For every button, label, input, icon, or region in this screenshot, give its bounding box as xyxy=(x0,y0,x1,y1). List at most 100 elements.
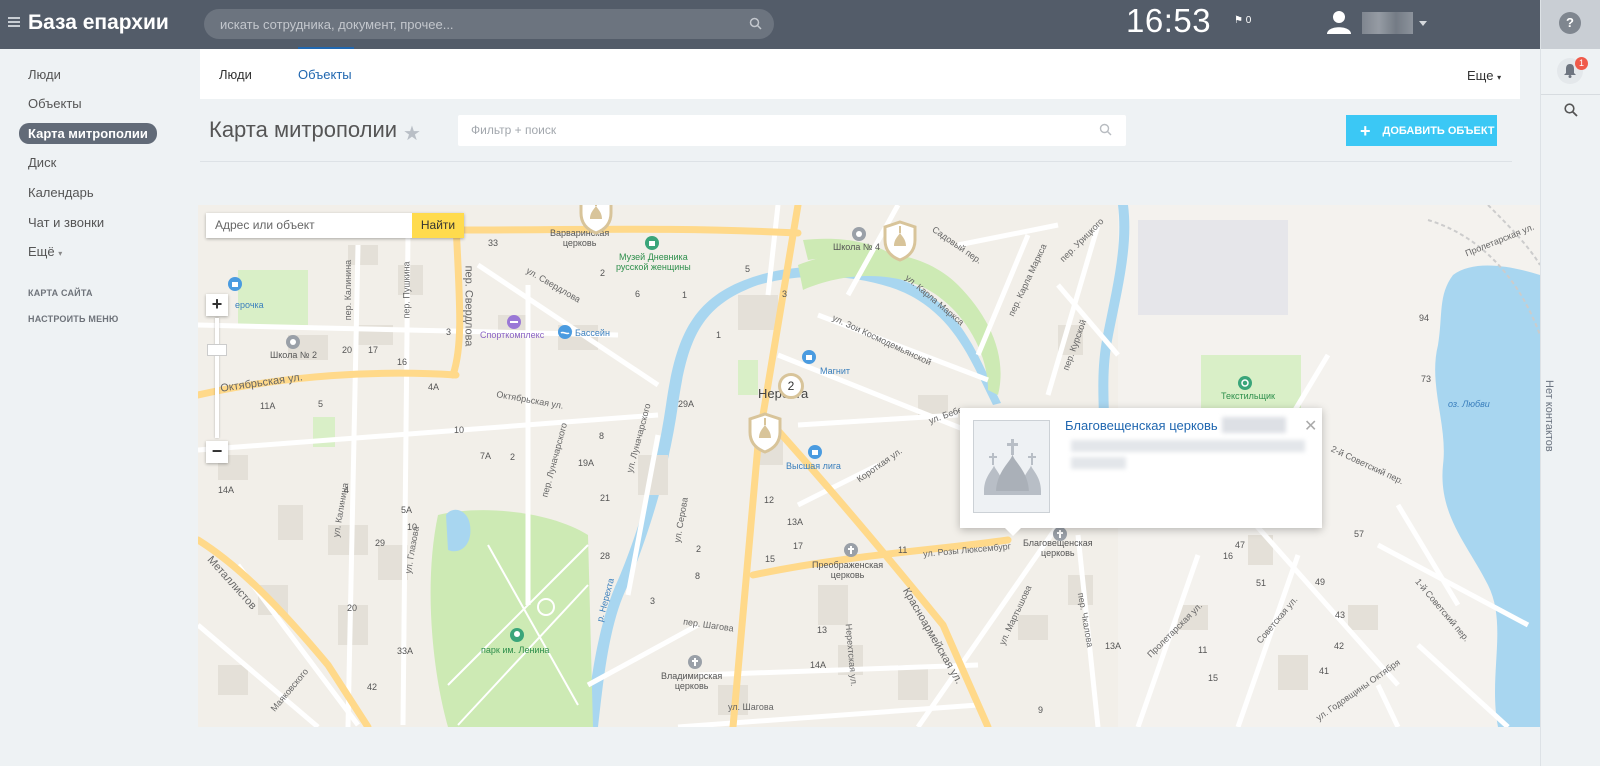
house-number: 10 xyxy=(407,522,418,532)
popup-tip xyxy=(1003,526,1023,536)
active-tab-underline xyxy=(298,47,354,49)
house-number: 17 xyxy=(368,345,379,355)
church-icon xyxy=(844,543,858,557)
add-object-button[interactable]: + ДОБАВИТЬ ОБЪЕКТ xyxy=(1346,115,1497,146)
shop-icon xyxy=(228,277,242,291)
cluster-marker[interactable]: 2 xyxy=(778,373,804,399)
zoom-out-button[interactable]: − xyxy=(206,441,228,463)
configure-menu-link[interactable]: НАСТРОИТЬ МЕНЮ xyxy=(28,314,118,324)
search-icon xyxy=(749,17,762,30)
search-icon[interactable] xyxy=(1564,103,1578,117)
map-label-vladimirskaya: Владимирская церковь xyxy=(661,671,723,691)
map-label-tekstilshchik: Текстильщик xyxy=(1221,391,1275,401)
user-avatar-icon[interactable] xyxy=(1326,9,1352,35)
map-label-lake: оз. Любви xyxy=(1448,399,1490,409)
zoom-slider[interactable] xyxy=(215,318,219,438)
sidebar-item-chat[interactable]: Чат и звонки xyxy=(28,215,104,230)
house-number: 4 xyxy=(344,485,350,495)
house-number: 8 xyxy=(599,431,605,441)
house-number: 13 xyxy=(817,625,828,635)
house-number: 16 xyxy=(1223,551,1234,561)
house-number: 15 xyxy=(1208,673,1219,683)
church-marker-icon[interactable] xyxy=(748,412,782,454)
brand-title[interactable]: База епархии xyxy=(28,11,169,35)
sidebar-item-metropolis-map[interactable]: Карта митрополии xyxy=(19,123,157,144)
sidebar-item-people[interactable]: Люди xyxy=(28,67,61,82)
house-number: 4A xyxy=(428,382,440,392)
divider xyxy=(200,161,1512,162)
global-search-input[interactable]: искать сотрудника, документ, прочее... xyxy=(204,9,774,39)
house-number: 3 xyxy=(650,596,656,606)
add-object-label: ДОБАВИТЬ ОБЪЕКТ xyxy=(1382,124,1495,137)
sidebar-item-disk[interactable]: Диск xyxy=(28,155,56,170)
tab-objects[interactable]: Объекты xyxy=(298,67,352,82)
page-title: Карта митрополии xyxy=(209,117,398,142)
more-label: Еще xyxy=(1467,68,1494,83)
house-number: 13A xyxy=(1105,641,1122,651)
sport-icon xyxy=(507,315,521,329)
sidebar-item-objects[interactable]: Объекты xyxy=(28,96,82,111)
house-number: 20 xyxy=(342,345,353,355)
find-button[interactable]: Найти xyxy=(412,213,464,238)
chevron-down-icon: ▾ xyxy=(58,249,63,258)
top-bar: База епархии искать сотрудника, документ… xyxy=(0,0,1540,49)
house-number: 41 xyxy=(1319,666,1330,676)
house-number: 14A xyxy=(810,660,827,670)
chevron-down-icon[interactable] xyxy=(1419,21,1427,26)
house-number: 94 xyxy=(1419,313,1430,323)
filter-search-input[interactable]: Фильтр + поиск xyxy=(458,115,1126,146)
house-number: 5 xyxy=(745,264,751,274)
sidebar-item-calendar[interactable]: Календарь xyxy=(28,185,94,200)
contacts-label[interactable]: Нет контактов xyxy=(1543,380,1555,452)
map-label-preobrazhenskaya: Преображенская церковь xyxy=(812,560,884,580)
house-number: 1 xyxy=(716,330,722,340)
school-icon xyxy=(286,335,300,349)
help-icon[interactable]: ? xyxy=(1559,12,1581,34)
zoom-slider-handle[interactable] xyxy=(207,344,227,356)
flag-count: 0 xyxy=(1245,15,1252,26)
house-number: 2 xyxy=(600,268,606,278)
house-number: 20 xyxy=(347,603,358,613)
house-number: 43 xyxy=(1335,610,1346,620)
menu-icon[interactable] xyxy=(8,17,20,27)
star-icon[interactable]: ★ xyxy=(403,121,421,146)
map-label-school4: Школа № 4 xyxy=(833,242,881,252)
chevron-down-icon: ▾ xyxy=(1497,73,1502,82)
map-label-sverdlova-per: пер. Свердлова xyxy=(462,265,475,347)
user-name[interactable] xyxy=(1362,12,1413,34)
tab-people[interactable]: Люди xyxy=(219,67,252,82)
house-number: 42 xyxy=(1334,641,1345,651)
map-label-museum: Музей Дневника русской женщины xyxy=(616,252,691,272)
house-number: 19A xyxy=(578,458,595,468)
house-number: 29 xyxy=(375,538,386,548)
church-icon xyxy=(1053,527,1067,541)
house-number: 1 xyxy=(682,290,688,300)
church-marker-icon[interactable] xyxy=(579,205,613,235)
map-label-magnit: Магнит xyxy=(820,366,851,376)
house-number: 5 xyxy=(318,399,324,409)
school-icon xyxy=(852,227,866,241)
house-number: 6 xyxy=(635,289,641,299)
sitemap-link[interactable]: КАРТА САЙТА xyxy=(28,288,93,298)
zoom-in-button[interactable]: + xyxy=(206,294,228,316)
church-image[interactable] xyxy=(973,420,1050,513)
park-icon xyxy=(510,628,524,642)
close-icon[interactable]: ✕ xyxy=(1304,416,1317,436)
church-marker-icon[interactable] xyxy=(883,220,917,262)
house-number: 3 xyxy=(446,327,452,337)
sidebar-item-more[interactable]: Ещё ▾ xyxy=(28,244,62,259)
shop-icon xyxy=(802,350,816,364)
popup-title[interactable]: Благовещенская церковь xyxy=(1065,418,1218,433)
map[interactable]: Варваринская церковь Музей Дневника русско… xyxy=(198,205,1540,727)
church-icon xyxy=(984,439,1041,495)
flag-counter[interactable]: ⚑ 0 xyxy=(1234,15,1251,26)
house-number: 29A xyxy=(678,399,695,409)
left-menu: Люди Объекты Карта митрополии Диск Кален… xyxy=(0,49,200,766)
map-label-school2: Школа № 2 xyxy=(270,350,318,360)
map-label-shagova-ul: ул. Шагова xyxy=(728,702,774,712)
clock[interactable]: 16:53 xyxy=(1126,2,1211,40)
house-number: 11 xyxy=(1198,645,1208,655)
more-dropdown[interactable]: Еще ▾ xyxy=(1467,68,1501,83)
map-label-sport: Спорткомплекс xyxy=(480,330,545,340)
map-label-pushkina: пер. Пушкина xyxy=(401,261,412,319)
